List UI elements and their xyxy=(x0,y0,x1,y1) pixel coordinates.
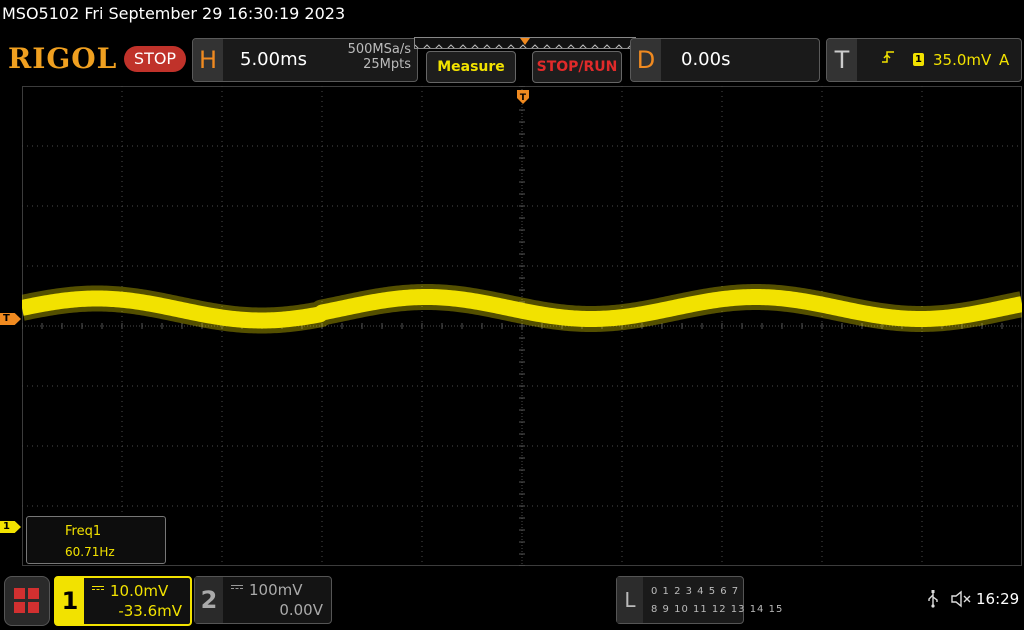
trigger-source: 1 xyxy=(913,53,924,66)
delay-value: 0.00s xyxy=(681,49,731,70)
trigger-label: T xyxy=(827,39,857,81)
channel-2-number: 2 xyxy=(195,577,223,623)
logic-analyzer-label: L xyxy=(617,577,643,623)
channel-1-trace xyxy=(22,284,1022,334)
trigger-mode: A xyxy=(999,51,1010,69)
measurement-value: 60.71Hz xyxy=(65,545,115,559)
memory-depth: 25Mpts xyxy=(363,57,411,72)
speaker-muted-icon[interactable] xyxy=(950,590,972,608)
measurement-name: Freq1 xyxy=(65,524,102,539)
grid-icon-square xyxy=(28,588,39,599)
timebase-value: 5.00ms xyxy=(240,49,307,70)
digital-channels-row-1: 0 1 2 3 4 5 6 7 xyxy=(651,586,740,597)
digital-channels-row-2: 8 9 10 11 12 13 14 15 xyxy=(651,604,784,615)
grid-icon xyxy=(14,588,25,599)
channel-2-offset: 0.00V xyxy=(279,601,323,619)
channel-1-box[interactable]: 1 10.0mV -33.6mV xyxy=(54,576,192,626)
measurement-box[interactable]: Freq1 60.71Hz xyxy=(26,516,166,564)
run-state-badge[interactable]: STOP xyxy=(124,46,186,72)
channel-1-number: 1 xyxy=(56,578,84,624)
channel-1-offset: -33.6mV xyxy=(118,602,182,620)
home-button[interactable] xyxy=(4,576,50,626)
grid-icon-square xyxy=(28,602,39,613)
usb-icon[interactable] xyxy=(926,590,940,612)
rigol-logo: RIGOL xyxy=(8,42,118,75)
waveform-display[interactable]: T xyxy=(22,86,1022,566)
trigger-panel[interactable]: T 1 35.0mV A xyxy=(826,38,1022,82)
title-line: MSO5102 Fri September 29 16:30:19 2023 xyxy=(2,4,346,23)
header-bar: RIGOL STOP H 5.00ms 500MSa/s 25Mpts Meas… xyxy=(0,36,1024,84)
delay-panel[interactable]: D 0.00s xyxy=(630,38,820,82)
measure-button[interactable]: Measure xyxy=(426,51,516,83)
horizontal-panel[interactable]: H 5.00ms 500MSa/s 25Mpts xyxy=(192,38,418,82)
trigger-position-pointer xyxy=(520,38,530,45)
channel-2-box[interactable]: 2 100mV 0.00V xyxy=(194,576,332,624)
logic-analyzer-box[interactable]: L 0 1 2 3 4 5 6 7 8 9 10 11 12 13 14 15 xyxy=(616,576,782,624)
trigger-level: 35.0mV xyxy=(933,51,992,69)
sample-rate: 500MSa/s xyxy=(347,42,411,57)
trigger-position-label: T xyxy=(520,93,527,103)
memory-position-strip xyxy=(414,37,636,49)
horizontal-label: H xyxy=(193,39,223,81)
trigger-position-marker[interactable]: T xyxy=(517,90,529,104)
ch1-offset-marker[interactable]: 1 xyxy=(0,521,21,533)
grid-icon-square xyxy=(14,602,25,613)
channel-2-scale: 100mV xyxy=(249,581,303,599)
trigger-level-marker[interactable]: T xyxy=(0,313,21,325)
rising-edge-icon xyxy=(881,49,895,69)
stop-run-button[interactable]: STOP/RUN xyxy=(532,51,622,83)
delay-label: D xyxy=(631,39,661,81)
acquisition-info: 500MSa/s 25Mpts xyxy=(348,42,411,72)
status-clock: 16:29 xyxy=(976,590,1020,608)
dc-coupling-icon xyxy=(92,586,104,594)
dc-coupling-icon xyxy=(231,585,243,593)
channel-1-scale: 10.0mV xyxy=(110,582,169,600)
